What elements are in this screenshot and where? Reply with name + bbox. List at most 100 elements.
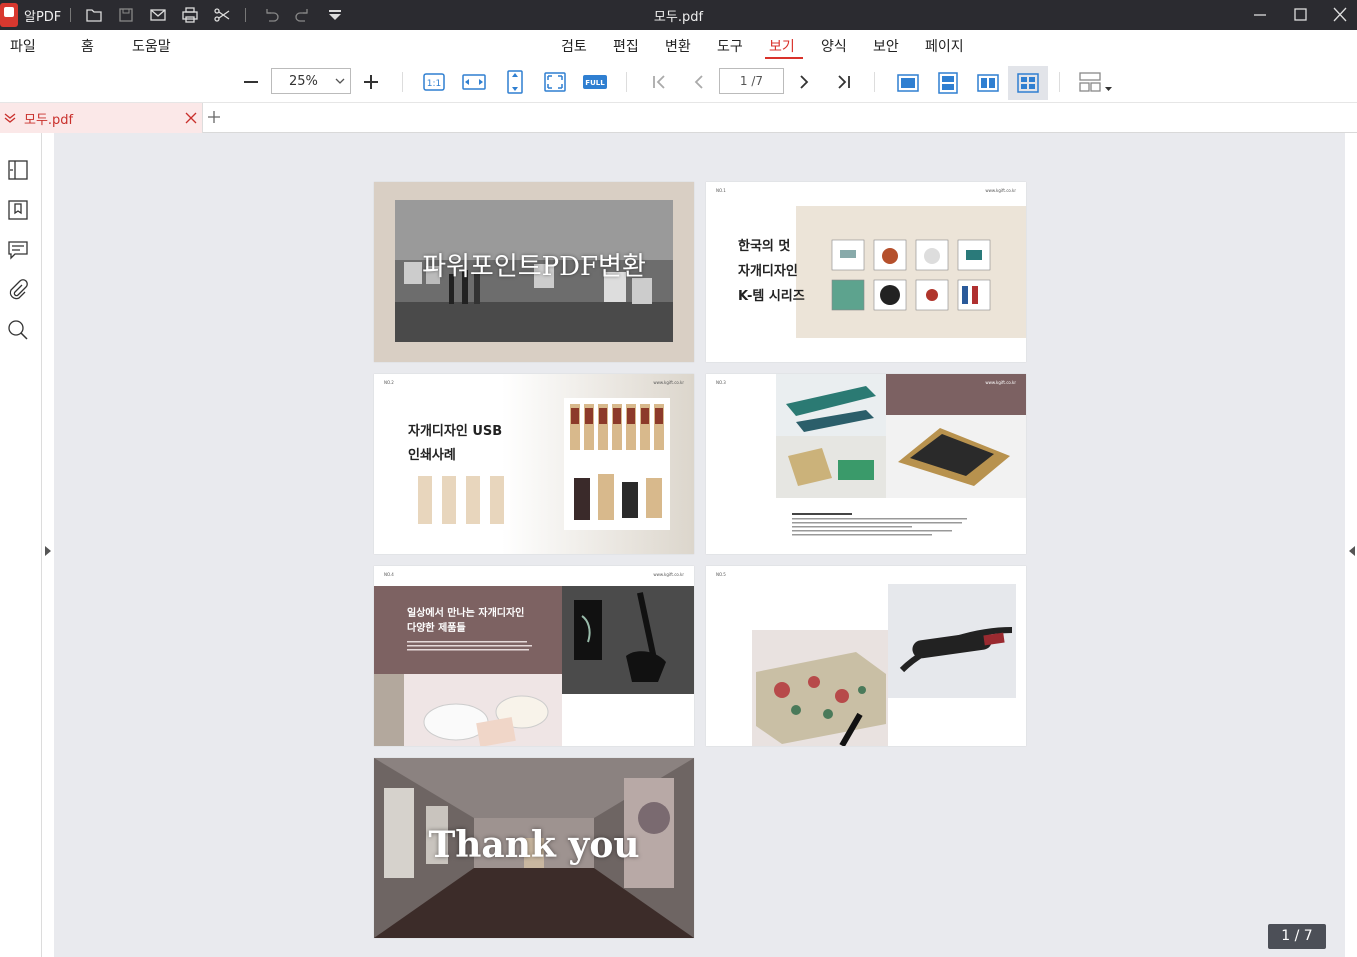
page-thumbnail-7[interactable]: Thank you [374,758,694,938]
full-screen-label: FULL [585,79,605,87]
menu-help[interactable]: 도움말 [132,36,171,56]
page3-heading-line2: 인쇄사례 [408,448,456,463]
first-page-icon[interactable] [647,70,671,94]
close-window-icon[interactable] [1328,4,1352,26]
product-collage-image [776,374,1026,498]
two-page-continuous-view-button[interactable] [1008,66,1048,100]
menu-review[interactable]: 검토 [561,36,587,56]
page5-body-text-lines [407,641,532,651]
page-count-badge: 1 / 7 [1268,924,1326,949]
page4-number: NO.3 [716,380,726,385]
menu-tools[interactable]: 도구 [717,36,743,56]
close-tab-icon[interactable] [184,111,198,125]
document-canvas[interactable]: 파워포인트PDF변환 NO.1 www.kgift.co.kr 한국의 멋 자개… [54,133,1345,957]
print-icon[interactable] [181,6,199,24]
pen-holder-photo-image [562,586,694,694]
menu-view[interactable]: 보기 [769,36,795,56]
previous-page-icon[interactable] [687,70,711,94]
zoom-in-icon[interactable] [359,70,383,94]
continuous-page-icon [938,72,958,94]
search-icon[interactable] [7,319,29,341]
maximize-icon[interactable] [1288,4,1312,26]
page-layout-dropdown-icon[interactable] [1078,70,1114,94]
fit-page-icon[interactable] [543,70,567,94]
page5-url: www.kgift.co.kr [653,572,684,577]
chevron-down-icon [335,78,345,84]
menu-file[interactable]: 파일 [10,36,36,56]
page2-url: www.kgift.co.kr [985,188,1016,193]
divider [402,72,403,92]
keyring-products-image [831,239,991,311]
comment-icon[interactable] [7,239,29,261]
page-thumbnail-4[interactable]: NO.3 www.kgift.co.kr [706,374,1026,554]
page7-thank-you-text: Thank you [428,824,640,866]
actual-size-icon[interactable]: 1:1 [422,70,446,94]
next-page-icon[interactable] [792,70,816,94]
email-icon[interactable] [149,6,167,24]
page6-number: NO.5 [716,572,726,577]
thumbnail-panel-icon[interactable] [7,159,29,181]
document-tab[interactable]: 모두.pdf [0,103,203,133]
menu-security[interactable]: 보안 [873,36,899,56]
quick-access-dropdown-icon[interactable] [326,6,344,24]
minimize-icon[interactable] [1248,4,1272,26]
active-menu-underline [765,57,803,59]
two-page-icon [977,74,999,92]
menu-edit[interactable]: 편집 [613,36,639,56]
bookmark-icon[interactable] [7,199,29,221]
full-screen-icon[interactable]: FULL [583,70,607,94]
page-thumbnail-3[interactable]: NO.2 www.kgift.co.kr 자개디자인 USB 인쇄사례 [374,374,694,554]
expand-right-panel-icon[interactable] [1348,545,1356,557]
fit-width-icon[interactable] [462,70,486,94]
fit-height-icon[interactable] [503,70,527,94]
open-folder-icon[interactable] [85,6,103,24]
page5-heading-line2: 다양한 제품들 [407,623,466,634]
attachment-icon[interactable] [7,279,29,301]
menu-convert[interactable]: 변환 [665,36,691,56]
right-panel-strip [1345,133,1357,957]
page-thumbnail-6[interactable]: NO.5 [706,566,1026,746]
chevron-double-down-icon[interactable] [3,111,17,125]
title-bar: 알PDF 모두.pdf [0,0,1357,30]
page-thumbnail-5[interactable]: NO.4 www.kgift.co.kr 일상에서 만나는 자개디자인 다양한 … [374,566,694,746]
single-page-icon [897,74,919,92]
single-page-view-button[interactable] [888,66,928,100]
page-thumbnail-1[interactable]: 파워포인트PDF변환 [374,182,694,362]
jewelry-box-photo-image [752,630,888,746]
continuous-view-button[interactable] [928,66,968,100]
last-page-icon[interactable] [832,70,856,94]
document-tab-bar: 모두.pdf [0,102,1357,133]
page3-heading: 자개디자인 USB 인쇄사례 [408,420,502,468]
page2-heading-line2: 자개디자인 [738,264,798,279]
zoom-out-icon[interactable] [239,70,263,94]
mirror-photo-image [374,674,562,746]
menu-page[interactable]: 페이지 [925,36,964,56]
page4-body-text-lines [792,513,967,536]
save-icon[interactable] [117,6,135,24]
menu-bar: 파일 홈 도움말 검토 편집 변환 도구 보기 양식 보안 페이지 [0,30,1357,60]
page4-url: www.kgift.co.kr [985,380,1016,385]
scissors-icon[interactable] [213,6,231,24]
usb-products-image [564,398,670,530]
page3-heading-line1: 자개디자인 USB [408,424,503,439]
menu-home[interactable]: 홈 [81,36,94,56]
window-title: 모두.pdf [653,10,704,25]
page-thumbnail-2[interactable]: NO.1 www.kgift.co.kr 한국의 멋 자개디자인 K-템 시리즈 [706,182,1026,362]
page5-heading-line1: 일상에서 만나는 자개디자인 [407,608,525,619]
page5-heading: 일상에서 만나는 자개디자인 다양한 제품들 [407,606,524,636]
expand-left-panel-icon[interactable] [44,545,52,557]
zoom-value: 25% [289,74,318,89]
add-tab-icon[interactable] [206,109,222,125]
redo-icon[interactable] [294,6,312,24]
page2-heading-line3: K-템 시리즈 [738,289,805,304]
zoom-select[interactable]: 25% [271,68,351,94]
page2-heading-line1: 한국의 멋 [738,239,791,254]
undo-icon[interactable] [262,6,280,24]
document-tab-label: 모두.pdf [24,113,74,128]
actual-size-label: 1:1 [427,79,441,89]
page1-title: 파워포인트PDF변환 [422,252,646,282]
app-logo-icon [0,3,18,27]
two-page-view-button[interactable] [968,66,1008,100]
menu-form[interactable]: 양식 [821,36,847,56]
page-number-input[interactable]: 1 /7 [719,68,784,94]
